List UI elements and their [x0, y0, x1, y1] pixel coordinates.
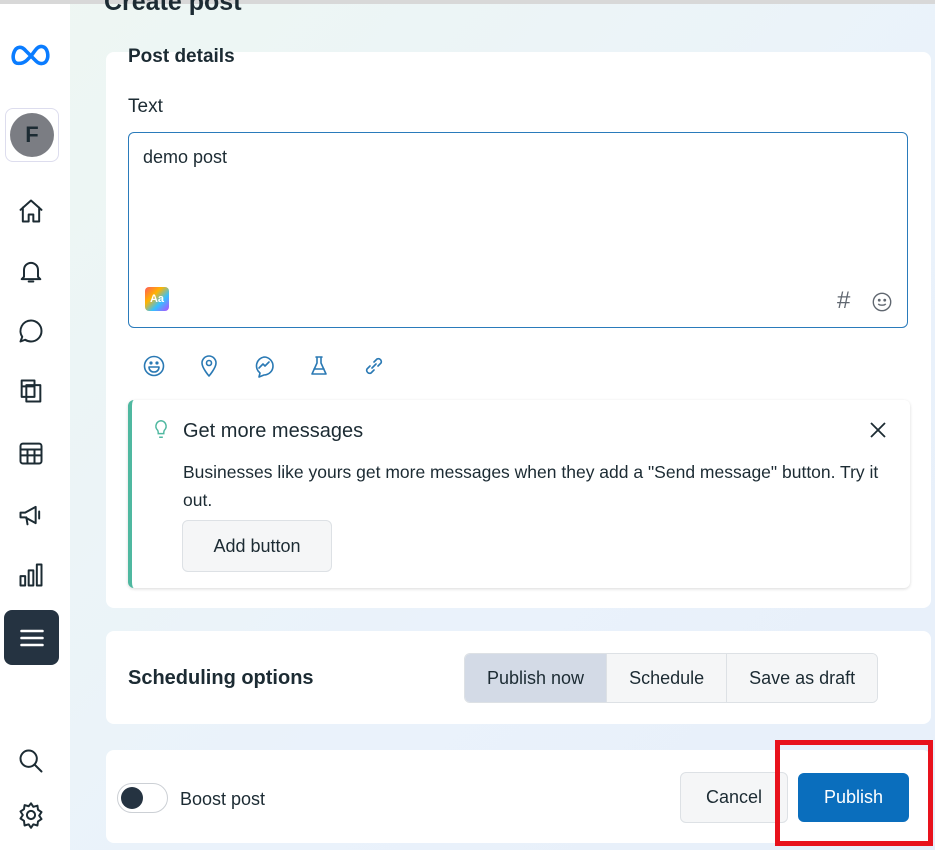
post-text-input[interactable]: demo post Aa # [128, 132, 908, 328]
feeling-icon[interactable] [142, 354, 166, 383]
pages-icon[interactable] [10, 370, 52, 412]
option-schedule[interactable]: Schedule [607, 654, 728, 702]
calendar-grid-icon[interactable] [10, 432, 52, 474]
hamburger-icon [19, 629, 44, 646]
menu-button[interactable] [4, 610, 59, 665]
avatar: F [10, 113, 54, 157]
search-icon[interactable] [10, 740, 52, 782]
post-text-value: demo post [143, 147, 228, 167]
lightbulb-icon [150, 418, 172, 445]
scheduling-heading: Scheduling options [128, 667, 314, 689]
highlight-box [775, 740, 933, 846]
bell-icon[interactable] [10, 250, 52, 292]
option-save-as-draft[interactable]: Save as draft [727, 654, 878, 702]
close-icon[interactable] [866, 418, 890, 447]
sidebar: F [0, 4, 70, 850]
post-details-heading: Post details [128, 46, 235, 67]
chat-bubble-icon[interactable] [10, 310, 52, 352]
boost-toggle[interactable] [117, 783, 168, 813]
text-label: Text [128, 96, 163, 117]
tip-title: Get more messages [183, 420, 364, 442]
flask-icon[interactable] [307, 354, 331, 383]
link-icon[interactable] [362, 354, 386, 383]
scheduling-card: Scheduling options Publish now Schedule … [106, 631, 931, 724]
gear-icon[interactable] [10, 794, 52, 836]
messenger-icon[interactable] [252, 354, 276, 383]
hashtag-icon[interactable]: # [837, 287, 850, 315]
bar-chart-icon[interactable] [10, 554, 52, 596]
post-details-card: Post details Text demo post Aa # Get mor… [106, 46, 931, 608]
text-format-icon[interactable]: Aa [145, 287, 169, 311]
emoji-icon[interactable] [871, 291, 893, 318]
home-icon[interactable] [10, 190, 52, 232]
tip-banner: Get more messages Businesses like yours … [128, 400, 910, 588]
location-pin-icon[interactable] [197, 354, 221, 383]
megaphone-icon[interactable] [10, 494, 52, 536]
tip-body: Businesses like yours get more messages … [183, 462, 879, 510]
meta-logo-icon[interactable] [10, 34, 52, 76]
cancel-button[interactable]: Cancel [680, 772, 788, 823]
option-publish-now[interactable]: Publish now [465, 654, 608, 702]
boost-label: Boost post [180, 789, 266, 809]
add-button[interactable]: Add button [182, 520, 332, 572]
page-title: Create post [104, 0, 242, 16]
account-switcher[interactable]: F [5, 108, 59, 162]
scheduling-options: Publish now Schedule Save as draft [464, 653, 879, 703]
